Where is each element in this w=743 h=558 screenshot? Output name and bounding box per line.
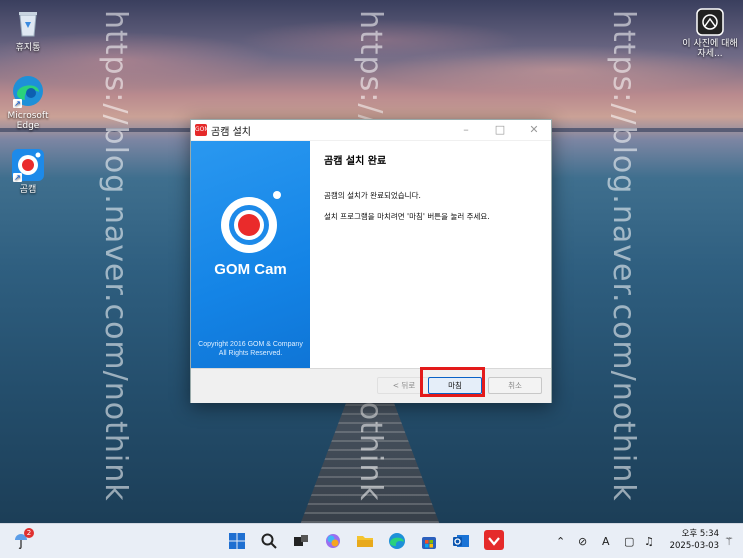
minimize-icon[interactable]: – <box>449 120 483 140</box>
window-title: 곰캠 설치 <box>211 126 251 138</box>
watermark-left: https://blog.naver.com/nothink <box>98 10 133 502</box>
network-icon[interactable]: ⊘ <box>578 535 587 548</box>
installer-content: 곰캠 설치 완료 곰캠의 설치가 완료되었습니다. 설치 프로그램을 마치려면 … <box>310 141 551 368</box>
title-bar[interactable]: GOM 곰캠 설치 – □ ✕ <box>191 120 551 140</box>
notification-bell-icon[interactable]: ⚚ <box>724 535 734 548</box>
outlook-icon[interactable] <box>452 532 470 550</box>
spotlight-camera-icon <box>696 8 724 36</box>
close-icon[interactable]: ✕ <box>517 120 551 140</box>
edge-icon: ↗ <box>11 74 45 108</box>
side-banner: GOM Cam Copyright 2016 GOM & Company All… <box>191 141 310 368</box>
speaker-icon[interactable]: ♫ <box>644 535 654 548</box>
desktop-icon-label: 휴지통 <box>15 43 41 53</box>
store-icon[interactable] <box>420 532 438 550</box>
instruction-message: 설치 프로그램을 마치려면 '마침' 버튼을 눌러 주세요. <box>324 212 490 221</box>
gom-app-icon: GOM <box>195 124 210 136</box>
completion-message: 곰캠의 설치가 완료되었습니다. <box>324 191 421 200</box>
ime-indicator[interactable]: A <box>602 535 610 548</box>
page-title: 곰캠 설치 완료 <box>324 156 387 167</box>
shortcut-arrow-icon: ↗ <box>13 173 22 182</box>
copyright-line2: All Rights Reserved. <box>218 350 283 357</box>
start-icon[interactable] <box>228 532 246 550</box>
desktop-icon-label: Microsoft Edge <box>7 111 49 131</box>
spotlight-label: 이 사진에 대해 자세... <box>682 39 738 59</box>
notification-badge: 2 <box>24 528 34 538</box>
brand-name: GOM Cam <box>214 261 287 278</box>
installer-body: GOM Cam Copyright 2016 GOM & Company All… <box>191 141 551 368</box>
cancel-button[interactable]: 취소 <box>488 377 542 394</box>
watermark-right: https://blog.naver.com/nothink <box>606 10 641 502</box>
taskbar: 2 ⌃ ⊘ A ▢ ♫ 오후 5:34 2025-03-03 ⚚ <box>0 523 743 558</box>
display-icon[interactable]: ▢ <box>624 535 634 548</box>
logo-dot <box>273 191 281 199</box>
clock[interactable]: 오후 5:34 2025-03-03 <box>665 528 719 552</box>
desktop-icon-recycle-bin[interactable]: 휴지통 <box>0 6 56 53</box>
copyright-text: Copyright 2016 GOM & Company All Rights … <box>191 340 310 358</box>
installer-window: GOM 곰캠 설치 – □ ✕ GOM Cam Copyright 2016 G… <box>190 119 552 403</box>
desktop-icon-gomcam[interactable]: ↗ 곰캠 <box>0 148 56 195</box>
maximize-icon[interactable]: □ <box>483 120 517 140</box>
finish-highlight-box <box>420 367 485 397</box>
gomcam-icon: ↗ <box>11 148 45 182</box>
chevron-up-icon[interactable]: ⌃ <box>556 535 565 548</box>
recycle-bin-icon <box>11 6 45 40</box>
clock-time: 오후 5:34 <box>681 529 719 539</box>
spotlight-info[interactable]: 이 사진에 대해 자세... <box>680 8 740 59</box>
task-view-icon[interactable] <box>292 532 310 550</box>
copyright-line1: Copyright 2016 GOM & Company <box>198 341 303 348</box>
desktop-icon-edge[interactable]: ↗ Microsoft Edge <box>0 74 56 131</box>
desktop-icon-label: 곰캠 <box>19 185 37 195</box>
search-icon[interactable] <box>260 532 278 550</box>
clock-date: 2025-03-03 <box>669 541 719 551</box>
button-bar: < 뒤로 마침 취소 <box>191 368 551 403</box>
gomcam-logo-icon <box>221 197 277 253</box>
gomcam-icon[interactable] <box>484 530 504 550</box>
copilot-icon[interactable] <box>324 532 342 550</box>
file-explorer-icon[interactable] <box>356 532 374 550</box>
shortcut-arrow-icon: ↗ <box>13 99 22 108</box>
edge-icon[interactable] <box>388 532 406 550</box>
